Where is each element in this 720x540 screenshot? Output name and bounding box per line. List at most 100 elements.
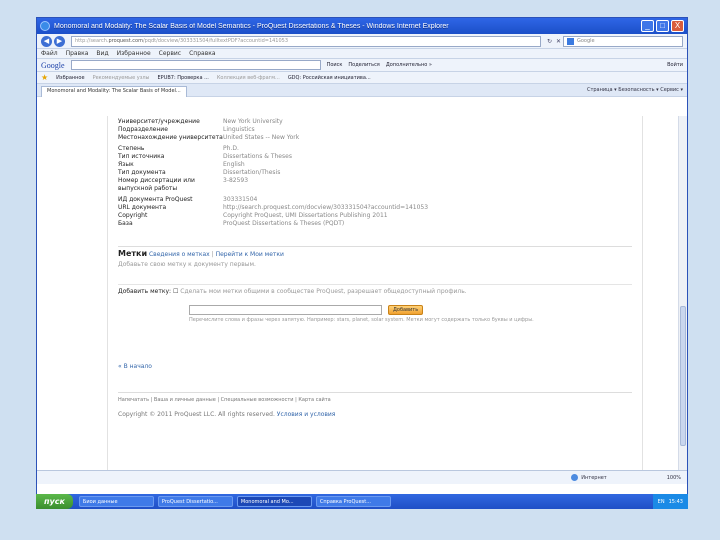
tab-bar: Monomoral and Modality: The Scalar Basis… [37,84,687,97]
title-bar: Monomoral and Modality: The Scalar Basis… [37,18,687,34]
back-to-top-link[interactable]: « В начало [118,363,632,370]
search-input[interactable]: Google [563,35,683,47]
detail-value: Ph.D. [223,145,239,152]
add-tag-description: Сделать мои метки общими в сообществе Pr… [180,288,467,295]
maximize-button[interactable]: □ [656,20,669,32]
favorites-bar: ★ Избранное Рекомендуемые узлы EPUB7: Пр… [37,72,687,84]
add-tag-label: Добавить метку: [118,288,172,295]
start-button[interactable]: пуск [36,494,73,509]
detail-row: Местонахождение университета United State… [118,134,632,142]
taskbar-item[interactable]: Справка ProQuest... [315,496,391,507]
favorites-item[interactable]: EPUB7: Проверка ... [158,75,209,81]
detail-key: Подразделение [118,126,168,133]
detail-row: Тип источника Dissertations & Theses [118,153,632,161]
add-tag-section: Добавить метку: ☐ Сделать мои метки общи… [118,284,632,323]
command-bar[interactable]: Страница ▾ Безопасность ▾ Сервис ▾ [587,87,683,93]
detail-row: Copyright Copyright ProQuest, UMI Dissert… [118,212,632,220]
detail-row: Университет/учреждение New York Universit… [118,118,632,126]
menu-file[interactable]: Файл [41,50,58,57]
detail-key: Copyright [118,212,148,219]
search-placeholder: Google [577,38,595,44]
tag-input[interactable] [189,305,382,315]
favorites-star-icon[interactable]: ★ [41,73,48,82]
detail-value: 303331504 [223,196,258,203]
terms-link[interactable]: Условия и условия [277,411,336,418]
detail-value: United States -- New York [223,134,300,141]
google-search-input[interactable] [70,60,321,70]
menu-bar: Файл Правка Вид Избранное Сервис Справка [37,49,687,59]
detail-key: Номер диссертации или выпускной работы [118,177,195,192]
google-toolbar: Google Поиск Поделиться Дополнительно » … [37,59,687,72]
google-search-button[interactable]: Поиск [327,62,343,68]
detail-key: Тип документа [118,169,166,176]
zone-label: Интернет [581,474,607,481]
url-input[interactable]: http://search. proquest.com/pqdt/docview/… [71,35,541,47]
detail-row: URL документа http://search.proquest.com/… [118,204,632,212]
scrollbar-thumb[interactable] [680,306,686,446]
detail-key: Тип источника [118,153,165,160]
detail-value: English [223,161,245,168]
google-logo: Google [41,60,65,70]
copyright-text: Copyright © 2011 ProQuest LLC. All right… [118,411,275,418]
ie-icon [40,21,50,31]
detail-value: Linguistics [223,126,255,133]
detail-row: ИД документа ProQuest 303331504 [118,196,632,204]
page-content: Университет/учреждение New York Universit… [37,116,678,470]
status-bar: Интернет 100% [37,470,687,484]
details-table: Университет/учреждение New York Universit… [118,118,632,228]
live-search-icon [567,37,574,45]
taskbar: пуск Биои данные ProQuest Dissertatio...… [36,494,688,509]
menu-edit[interactable]: Правка [66,50,89,57]
url-domain: proquest.com [108,38,143,44]
zoom-level[interactable]: 100% [667,475,681,481]
favorites-item[interactable]: Рекомендуемые узлы [93,75,150,81]
tag-hint: Перечислите слова и фразы через запятую.… [189,317,534,323]
globe-icon [571,474,579,481]
tags-section: Метки Сведения о метках | Перейти к Мои … [118,246,632,268]
google-more-button[interactable]: Дополнительно » [386,62,432,68]
detail-key: URL документа [118,204,167,211]
detail-row: Подразделение Linguistics [118,126,632,134]
menu-view[interactable]: Вид [96,50,108,57]
google-share-button[interactable]: Поделиться [348,62,379,68]
document-page: Университет/учреждение New York Universit… [107,116,643,470]
refresh-icon[interactable]: ↻ [547,38,552,45]
address-bar: ◀ ▶ http://search. proquest.com/pqdt/docv… [37,34,687,49]
taskbar-item[interactable]: ProQuest Dissertatio... [157,496,233,507]
favorites-item[interactable]: Коллекция веб-фрагм... [217,75,280,81]
favorites-item[interactable]: GDQ: Российская инициатива... [288,75,371,81]
menu-help[interactable]: Справка [189,50,215,57]
close-button[interactable]: X [671,20,684,32]
detail-value: ProQuest Dissertations & Theses (PQDT) [223,220,345,227]
favorites-label[interactable]: Избранное [56,75,84,81]
detail-key: Степень [118,145,145,152]
detail-value: Dissertation/Thesis [223,169,281,176]
share-tags-checkbox[interactable]: ☐ [173,288,178,295]
taskbar-item-active[interactable]: Monomoral and Mo... [236,496,312,507]
detail-value: http://search.proquest.com/docview/30333… [223,204,429,211]
language-indicator[interactable]: EN [658,499,665,505]
detail-key: Местонахождение университета [118,134,223,141]
add-tag-button[interactable]: Добавить [388,305,424,315]
vertical-scrollbar[interactable] [678,116,687,470]
back-arrow-icon[interactable]: ◀ [41,35,52,47]
detail-row: Номер диссертации или выпускной работы 3-… [118,177,632,193]
minimize-button[interactable]: _ [641,20,654,32]
footer-links[interactable]: Напечатать | Ваша и личные данные | Спец… [118,392,632,403]
copyright-line: Copyright © 2011 ProQuest LLC. All right… [118,411,632,418]
system-tray: EN 15:43 [652,494,688,509]
taskbar-item[interactable]: Биои данные [78,496,154,507]
tags-title: Метки [118,249,148,258]
menu-tools[interactable]: Сервис [159,50,181,57]
tags-info-link[interactable]: Сведения о метках [149,251,210,258]
menu-favorites[interactable]: Избранное [117,50,151,57]
detail-key: База [118,220,133,227]
detail-value: Dissertations & Theses [223,153,292,160]
detail-row: Тип документа Dissertation/Thesis [118,169,632,177]
detail-value: 3-82593 [223,177,249,184]
stop-icon[interactable]: ✕ [556,38,561,45]
tab-active[interactable]: Monomoral and Modality: The Scalar Basis… [41,85,187,97]
google-login-link[interactable]: Войти [667,62,683,68]
forward-arrow-icon[interactable]: ▶ [54,35,65,47]
my-tags-link[interactable]: Перейти к Мои метки [216,251,284,258]
